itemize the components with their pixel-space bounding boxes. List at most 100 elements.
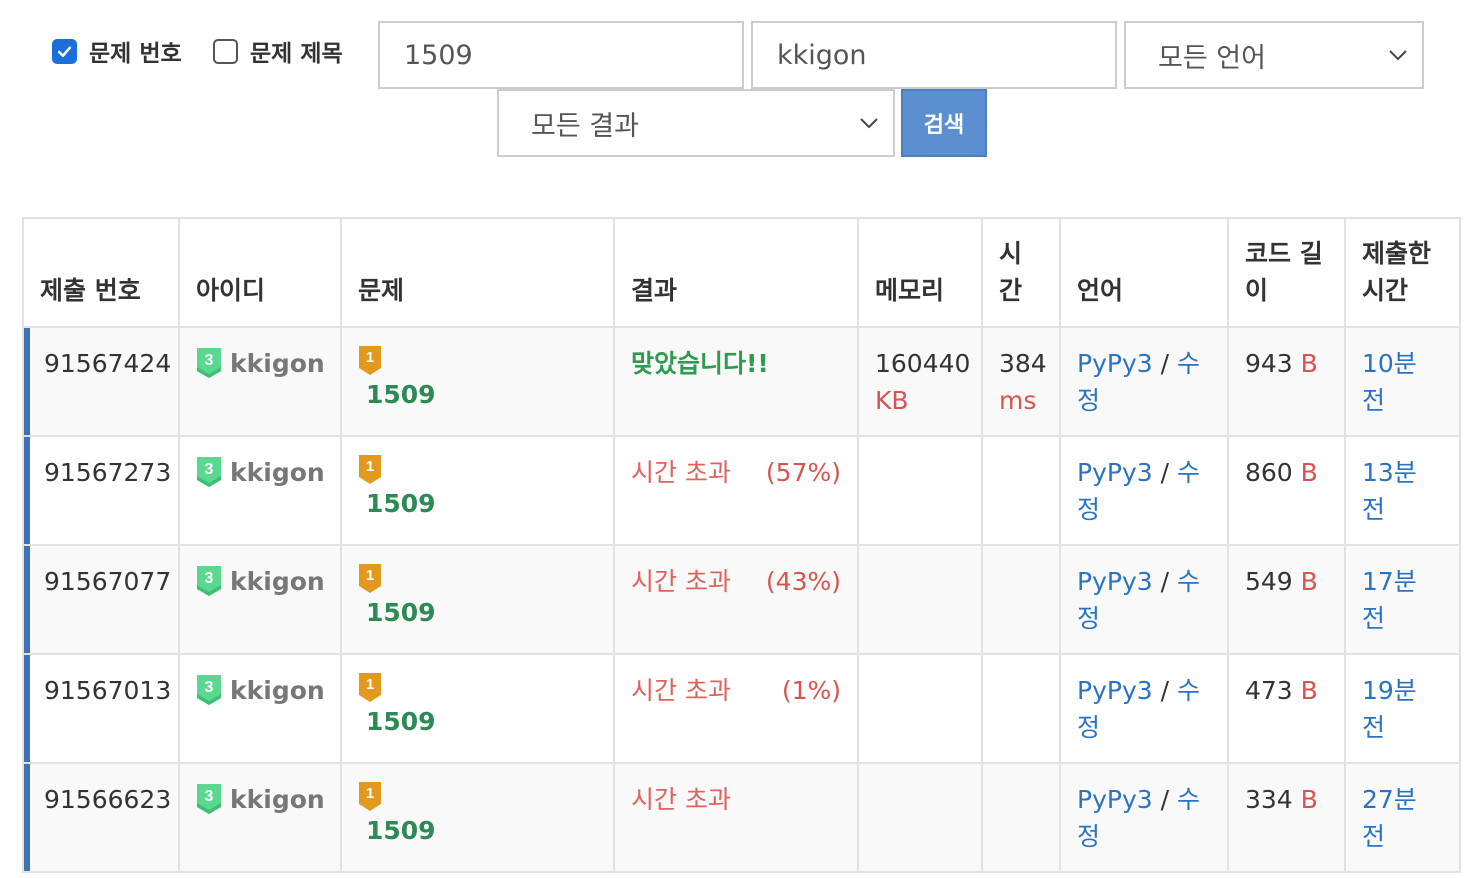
submitted-at-link[interactable]: 17분 전 <box>1362 567 1417 633</box>
problem-id-checkbox-label[interactable]: 문제 번호 <box>89 34 182 68</box>
language-link[interactable]: PyPy3 <box>1077 349 1153 378</box>
class-badge-icon[interactable]: 3 <box>196 565 222 597</box>
code-length-value: 334 <box>1245 785 1293 814</box>
language-cell: PyPy3 / 수정 <box>1059 326 1229 437</box>
submitted-at-cell: 10분 전 <box>1344 326 1461 437</box>
class-badge-number: 3 <box>205 679 214 696</box>
language-separator: / <box>1160 785 1170 814</box>
username-link[interactable]: kkigon <box>230 345 325 382</box>
problem-link[interactable]: 1509 <box>358 812 597 849</box>
result-accepted: 맞았습니다!! <box>631 349 769 378</box>
class-badge-number: 3 <box>205 788 214 805</box>
language-cell: PyPy3 / 수정 <box>1059 762 1229 873</box>
search-button[interactable]: 검색 <box>901 89 987 157</box>
class-badge-number: 3 <box>205 461 214 478</box>
username-link[interactable]: kkigon <box>230 672 325 709</box>
problem-cell: 1 1509 <box>340 544 615 655</box>
submitted-at-link[interactable]: 13분 전 <box>1362 458 1417 524</box>
problem-link[interactable]: 1509 <box>358 376 597 413</box>
class-badge-number: 3 <box>205 352 214 369</box>
class-badge-icon[interactable]: 3 <box>196 674 222 706</box>
problem-level-number: 1 <box>366 349 374 366</box>
table-row: 91566623 3 kkigon 1 1509 시간 초과 PyPy3 / 수… <box>22 762 1461 873</box>
user-cell: 3 kkigon <box>178 762 342 873</box>
table-row: 91567013 3 kkigon 1 1509 시간 초과 (1%) PyPy3… <box>22 653 1461 764</box>
language-link[interactable]: PyPy3 <box>1077 567 1153 596</box>
header-memory: 메모리 <box>857 217 983 328</box>
memory-cell: 160440 KB <box>857 326 983 437</box>
class-badge-icon[interactable]: 3 <box>196 456 222 488</box>
problem-title-checkbox-label[interactable]: 문제 제목 <box>250 34 343 68</box>
language-link[interactable]: PyPy3 <box>1077 676 1153 705</box>
code-length-cell: 473 B <box>1227 653 1346 764</box>
header-code-length: 코드 길이 <box>1227 217 1346 328</box>
submission-id: 91567077 <box>22 544 180 655</box>
memory-unit: KB <box>875 386 909 415</box>
problem-link[interactable]: 1509 <box>358 485 597 522</box>
code-length-unit: B <box>1300 785 1318 814</box>
submitted-at-link[interactable]: 19분 전 <box>1362 676 1417 742</box>
language-link[interactable]: PyPy3 <box>1077 458 1153 487</box>
check-icon <box>57 46 72 57</box>
language-separator: / <box>1160 567 1170 596</box>
result-cell: 시간 초과 (1%) <box>613 653 859 764</box>
memory-cell <box>857 762 983 873</box>
header-result: 결과 <box>613 217 859 328</box>
class-badge-icon[interactable]: 3 <box>196 783 222 815</box>
problem-link[interactable]: 1509 <box>358 594 597 631</box>
result-percent: (43%) <box>765 567 841 596</box>
time-cell <box>981 653 1061 764</box>
submission-id: 91567424 <box>22 326 180 437</box>
language-select[interactable]: 모든 언어 <box>1124 21 1424 89</box>
time-cell: 384 ms <box>981 326 1061 437</box>
submission-id: 91567013 <box>22 653 180 764</box>
code-length-cell: 549 B <box>1227 544 1346 655</box>
time-unit: ms <box>999 386 1037 415</box>
time-cell <box>981 435 1061 546</box>
username-link[interactable]: kkigon <box>230 454 325 491</box>
submitted-at-link[interactable]: 10분 전 <box>1362 349 1417 415</box>
submitted-at-cell: 17분 전 <box>1344 544 1461 655</box>
result-percent: (57%) <box>765 458 841 487</box>
code-length-value: 549 <box>1245 567 1293 596</box>
submitted-at-link[interactable]: 27분 전 <box>1362 785 1417 851</box>
result-cell: 시간 초과 (43%) <box>613 544 859 655</box>
code-length-cell: 334 B <box>1227 762 1346 873</box>
problem-level-number: 1 <box>366 785 374 802</box>
header-user-id: 아이디 <box>178 217 342 328</box>
problem-cell: 1 1509 <box>340 653 615 764</box>
problem-title-checkbox-group[interactable]: 문제 제목 <box>213 34 343 68</box>
table-row: 91567077 3 kkigon 1 1509 시간 초과 (43%) PyPy… <box>22 544 1461 655</box>
problem-title-checkbox[interactable] <box>213 38 238 64</box>
result-select-value: 모든 결과 <box>531 110 639 142</box>
username-link[interactable]: kkigon <box>230 563 325 600</box>
problem-cell: 1 1509 <box>340 435 615 546</box>
username-link[interactable]: kkigon <box>230 781 325 818</box>
class-badge-icon[interactable]: 3 <box>196 347 222 379</box>
table-row: 91567273 3 kkigon 1 1509 시간 초과 (57%) PyPy… <box>22 435 1461 546</box>
result-time-limit: 시간 초과 <box>631 567 731 596</box>
memory-cell <box>857 435 983 546</box>
user-input[interactable]: kkigon <box>751 21 1117 89</box>
submitted-at-cell: 19분 전 <box>1344 653 1461 764</box>
time-value: 384 <box>999 349 1047 378</box>
problem-input[interactable]: 1509 <box>378 21 744 89</box>
language-cell: PyPy3 / 수정 <box>1059 544 1229 655</box>
user-input-value: kkigon <box>777 39 867 71</box>
class-badge-number: 3 <box>205 570 214 587</box>
header-submitted-at: 제출한 시간 <box>1344 217 1461 328</box>
problem-id-checkbox-group[interactable]: 문제 번호 <box>52 34 182 68</box>
problem-cell: 1 1509 <box>340 326 615 437</box>
problem-link[interactable]: 1509 <box>358 703 597 740</box>
language-separator: / <box>1160 458 1170 487</box>
user-cell: 3 kkigon <box>178 435 342 546</box>
memory-cell <box>857 544 983 655</box>
problem-level-number: 1 <box>366 458 374 475</box>
result-select[interactable]: 모든 결과 <box>497 89 895 157</box>
submitted-at-cell: 13분 전 <box>1344 435 1461 546</box>
result-time-limit: 시간 초과 <box>631 458 731 487</box>
bronze-tier-icon: 1 <box>359 346 381 375</box>
problem-id-checkbox[interactable] <box>52 38 77 64</box>
language-link[interactable]: PyPy3 <box>1077 785 1153 814</box>
result-time-limit: 시간 초과 <box>631 676 731 705</box>
